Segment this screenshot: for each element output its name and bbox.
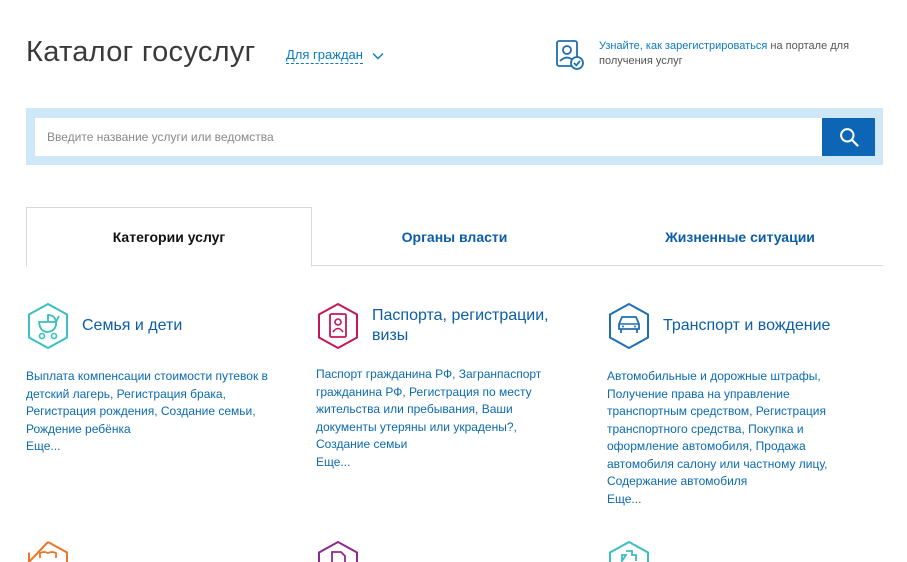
passport-icon xyxy=(318,302,358,350)
audience-label: Для граждан xyxy=(286,47,363,64)
category-transport: Транспорт и вождение Автомобильные и дор… xyxy=(607,302,867,508)
category-links[interactable]: Автомобильные и дорожные штрафы, Получен… xyxy=(607,368,867,491)
car-icon xyxy=(609,302,649,350)
search-button[interactable] xyxy=(822,118,875,156)
category-links[interactable]: Выплата компенсации стоимости путевок в … xyxy=(26,368,276,438)
category-title[interactable]: Семья и дети xyxy=(82,316,182,336)
registration-hint: Узнайте, как зарегистрироваться на порта… xyxy=(555,39,865,71)
medical-cross-icon xyxy=(609,540,649,562)
chevron-down-icon xyxy=(372,52,384,59)
search-bar xyxy=(26,108,883,165)
category-title[interactable]: Транспорт и вождение xyxy=(663,316,830,336)
stroller-icon xyxy=(28,302,68,350)
category-family: Семья и дети Выплата компенсации стоимос… xyxy=(26,302,276,456)
book-icon xyxy=(28,541,68,562)
tab-bar: Категории услуг Органы власти Жизненные … xyxy=(26,207,883,267)
more-link[interactable]: Еще... xyxy=(26,438,276,456)
category-title[interactable]: Паспорта, регистрации, визы xyxy=(372,306,566,346)
category-links[interactable]: Паспорт гражданина РФ, Загранпаспорт гра… xyxy=(316,366,566,454)
more-link[interactable]: Еще... xyxy=(316,454,566,472)
search-input[interactable] xyxy=(35,118,822,156)
document-icon xyxy=(318,540,358,562)
more-link[interactable]: Еще... xyxy=(607,491,867,509)
tab-authorities[interactable]: Органы власти xyxy=(312,207,597,266)
tab-categories[interactable]: Категории услуг xyxy=(26,207,312,267)
audience-selector[interactable]: Для граждан xyxy=(286,47,384,64)
registration-hint-text: Узнайте, как зарегистрироваться на порта… xyxy=(599,40,850,67)
category-passports: Паспорта, регистрации, визы Паспорт граж… xyxy=(316,302,566,471)
page-title: Каталог госуслуг xyxy=(26,36,256,68)
user-verified-icon xyxy=(556,40,584,70)
registration-link[interactable]: Узнайте, как зарегистрироваться xyxy=(599,40,767,52)
search-icon xyxy=(839,128,859,147)
tab-life-situations[interactable]: Жизненные ситуации xyxy=(597,207,883,266)
